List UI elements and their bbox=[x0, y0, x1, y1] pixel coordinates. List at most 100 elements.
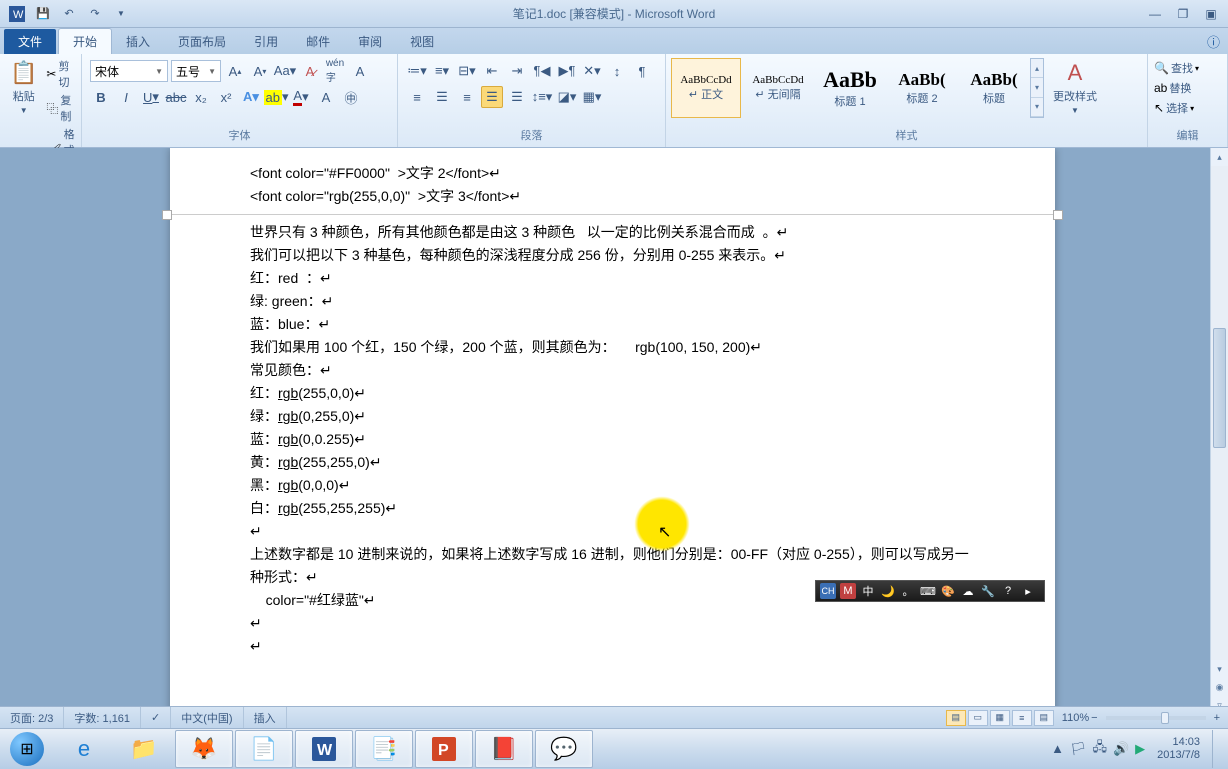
prev-page-icon[interactable]: ◉ bbox=[1211, 678, 1228, 696]
text-effects-button[interactable]: A▾ bbox=[240, 86, 262, 108]
ime-toolbar[interactable]: CH M 中 🌙 。 ⌨ 🎨 ☁ 🔧 ? ▸ bbox=[815, 580, 1045, 602]
distribute-button[interactable]: ☰ bbox=[506, 86, 528, 108]
task-explorer[interactable]: 📁 bbox=[115, 730, 173, 768]
borders-button[interactable]: ▦▾ bbox=[581, 86, 603, 108]
tray-rec-icon[interactable]: ▶ bbox=[1135, 741, 1145, 757]
help-icon[interactable]: ⓘ bbox=[1207, 32, 1220, 51]
select-button[interactable]: ↖选择▾ bbox=[1154, 100, 1194, 116]
style-normal[interactable]: AaBbCcDd↵ 正文 bbox=[671, 58, 741, 118]
restore-button[interactable]: ❐ bbox=[1170, 5, 1196, 23]
paste-button[interactable]: 📋 粘贴 ▼ bbox=[4, 56, 43, 119]
underline-button[interactable]: U▾ bbox=[140, 86, 162, 108]
vertical-scrollbar[interactable]: ▴ ▾ ◉ ▿ bbox=[1210, 148, 1228, 714]
style-scroll[interactable]: ▴▾▾ bbox=[1030, 58, 1044, 118]
clear-format-button[interactable]: A̷ bbox=[299, 60, 321, 82]
minimize-button[interactable]: — bbox=[1142, 5, 1168, 23]
asian-layout-button[interactable]: ✕▾ bbox=[581, 60, 603, 82]
tab-layout[interactable]: 页面布局 bbox=[164, 29, 240, 54]
ime-help-icon[interactable]: ? bbox=[1000, 583, 1016, 599]
sort-button[interactable]: ↕ bbox=[606, 60, 628, 82]
align-center-button[interactable]: ☰ bbox=[431, 86, 453, 108]
task-chat[interactable]: 💬 bbox=[535, 730, 593, 768]
font-size-combo[interactable]: 五号▼ bbox=[171, 60, 221, 82]
shrink-font-button[interactable]: A▾ bbox=[249, 60, 271, 82]
ime-skin-icon[interactable]: 🎨 bbox=[940, 583, 956, 599]
view-print-layout[interactable]: ▤ bbox=[946, 710, 966, 726]
zoom-slider[interactable] bbox=[1106, 716, 1206, 720]
grow-font-button[interactable]: A▴ bbox=[224, 60, 246, 82]
style-nospace[interactable]: AaBbCcDd↵ 无间隔 bbox=[743, 58, 813, 118]
tab-mailings[interactable]: 邮件 bbox=[292, 29, 344, 54]
task-word[interactable]: W bbox=[295, 730, 353, 768]
font-name-combo[interactable]: 宋体▼ bbox=[90, 60, 168, 82]
italic-button[interactable]: I bbox=[115, 86, 137, 108]
align-left-button[interactable]: ≡ bbox=[406, 86, 428, 108]
enclose-char-button[interactable]: ㊥ bbox=[340, 86, 362, 108]
multilevel-button[interactable]: ⊟▾ bbox=[456, 60, 478, 82]
ime-moon-icon[interactable]: 🌙 bbox=[880, 583, 896, 599]
copy-button[interactable]: ⿻复制 bbox=[46, 92, 77, 124]
view-outline[interactable]: ≡ bbox=[1012, 710, 1032, 726]
highlight-button[interactable]: ab▾ bbox=[265, 86, 287, 108]
tab-references[interactable]: 引用 bbox=[240, 29, 292, 54]
zoom-in-button[interactable]: + bbox=[1214, 712, 1220, 724]
show-marks-button[interactable]: ¶ bbox=[631, 60, 653, 82]
numbering-button[interactable]: ≡▾ bbox=[431, 60, 453, 82]
show-desktop-button[interactable] bbox=[1212, 730, 1222, 768]
task-notepad[interactable]: 📄 bbox=[235, 730, 293, 768]
replace-button[interactable]: ab替换 bbox=[1154, 80, 1191, 96]
word-app-icon[interactable]: W bbox=[6, 3, 28, 25]
tray-net-icon[interactable]: 🖧 bbox=[1092, 738, 1107, 760]
style-h1[interactable]: AaBb标题 1 bbox=[815, 58, 885, 118]
decrease-indent-button[interactable]: ⇤ bbox=[481, 60, 503, 82]
font-color-button[interactable]: A▾ bbox=[290, 86, 312, 108]
change-styles-button[interactable]: A 更改样式 ▼ bbox=[1047, 56, 1103, 119]
style-h2[interactable]: AaBb(标题 2 bbox=[887, 58, 957, 118]
bullets-button[interactable]: ≔▾ bbox=[406, 60, 428, 82]
clock[interactable]: 14:03 2013/7/8 bbox=[1151, 736, 1206, 762]
tab-view[interactable]: 视图 bbox=[396, 29, 448, 54]
status-words[interactable]: 字数: 1,161 bbox=[64, 707, 141, 728]
status-insert-mode[interactable]: 插入 bbox=[244, 707, 287, 728]
zoom-level[interactable]: 110% bbox=[1062, 712, 1089, 724]
status-language[interactable]: 中文(中国) bbox=[171, 707, 243, 728]
strike-button[interactable]: abc bbox=[165, 86, 187, 108]
close-ribbon-button[interactable]: ▣ bbox=[1198, 5, 1224, 23]
start-button[interactable]: ⊞ bbox=[0, 729, 54, 769]
shading-button[interactable]: ◪▾ bbox=[556, 86, 578, 108]
find-button[interactable]: 🔍查找▾ bbox=[1154, 60, 1199, 76]
rtl-button[interactable]: ▶¶ bbox=[556, 60, 578, 82]
redo-button[interactable]: ↷ bbox=[84, 3, 106, 25]
scroll-up-icon[interactable]: ▴ bbox=[1211, 148, 1228, 166]
zoom-out-button[interactable]: − bbox=[1091, 712, 1097, 724]
status-page[interactable]: 页面: 2/3 bbox=[0, 707, 64, 728]
change-case-button[interactable]: Aa▾ bbox=[274, 60, 296, 82]
ime-mode-icon[interactable]: 中 bbox=[860, 583, 876, 599]
view-full-screen[interactable]: ▭ bbox=[968, 710, 988, 726]
ime-m-icon[interactable]: M bbox=[840, 583, 856, 599]
ime-tool-icon[interactable]: 🔧 bbox=[980, 583, 996, 599]
view-draft[interactable]: ▤ bbox=[1034, 710, 1054, 726]
char-shading-button[interactable]: A bbox=[315, 86, 337, 108]
save-button[interactable]: 💾 bbox=[32, 3, 54, 25]
scroll-down-icon[interactable]: ▾ bbox=[1211, 660, 1228, 678]
undo-button[interactable]: ↶ bbox=[58, 3, 80, 25]
ime-punct-icon[interactable]: 。 bbox=[900, 583, 916, 599]
task-help[interactable]: 📑 bbox=[355, 730, 413, 768]
subscript-button[interactable]: x₂ bbox=[190, 86, 212, 108]
qat-dropdown[interactable]: ▼ bbox=[110, 3, 132, 25]
cut-button[interactable]: ✂剪切 bbox=[46, 58, 77, 90]
status-proofing[interactable]: ✓ bbox=[141, 707, 171, 728]
view-web[interactable]: ▦ bbox=[990, 710, 1010, 726]
justify-button[interactable]: ☰ bbox=[481, 86, 503, 108]
style-title[interactable]: AaBb(标题 bbox=[959, 58, 1029, 118]
tab-review[interactable]: 审阅 bbox=[344, 29, 396, 54]
tab-insert[interactable]: 插入 bbox=[112, 29, 164, 54]
tab-home[interactable]: 开始 bbox=[58, 28, 112, 54]
increase-indent-button[interactable]: ⇥ bbox=[506, 60, 528, 82]
tray-vol-icon[interactable]: 🔊 bbox=[1113, 741, 1129, 757]
border-char-button[interactable]: A bbox=[349, 60, 371, 82]
ltr-button[interactable]: ¶◀ bbox=[531, 60, 553, 82]
tab-file[interactable]: 文件 bbox=[4, 29, 56, 54]
line-spacing-button[interactable]: ↕≡▾ bbox=[531, 86, 553, 108]
